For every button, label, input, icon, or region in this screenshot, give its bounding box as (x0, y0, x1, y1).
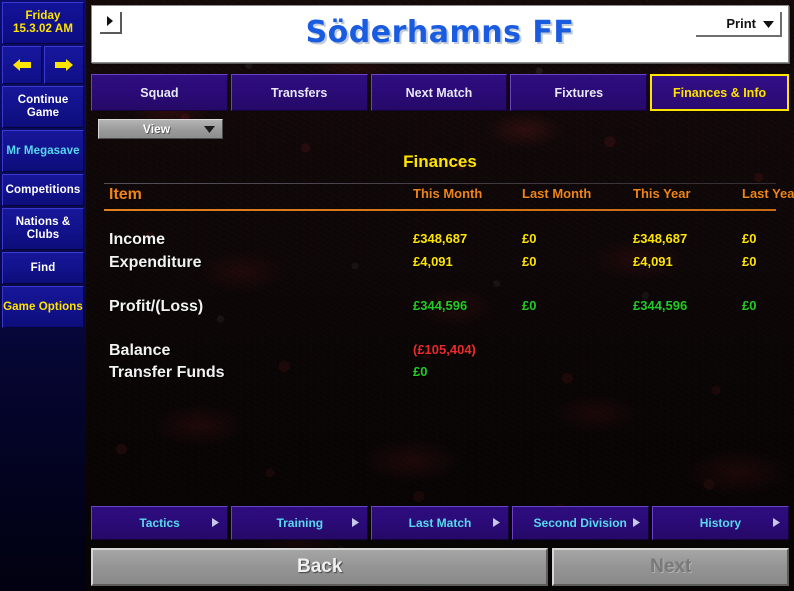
row-label-income: Income (109, 231, 166, 248)
chevron-down-icon (204, 120, 222, 138)
sidebar-item-label-2: Megasave (23, 144, 80, 157)
print-label: Print (726, 16, 756, 31)
view-dropdown[interactable]: View (98, 119, 223, 139)
sidebar-item-manager-name[interactable]: Mr Megasave (2, 130, 84, 172)
nav-forward-button[interactable] (44, 46, 84, 84)
tab-label: Next Match (405, 85, 473, 100)
cell-expenditure-last-year: £0 (742, 254, 757, 269)
main-tabs: Squad Transfers Next Match Fixtures Fina… (91, 74, 789, 111)
row-label-transfer-funds: Transfer Funds (109, 364, 225, 381)
title-bar: Söderhamns FF Print (91, 5, 789, 63)
triangle-right-icon (212, 516, 220, 530)
sidebar-item-label-2: Options (38, 300, 83, 313)
sidebar: Friday 15.3.02 AM Continue Game Mr Megas… (0, 0, 86, 591)
table-row: Profit/(Loss) £344,596 £0 £344,596 £0 (86, 298, 794, 322)
sidebar-item-label: Mr (6, 144, 21, 157)
bottom-nav-training[interactable]: Training (231, 506, 369, 540)
cell-income-last-month: £0 (522, 231, 537, 246)
sidebar-item-label: Continue (17, 94, 69, 106)
date-day: Friday (25, 10, 61, 22)
cell-profit-last-month: £0 (522, 298, 537, 313)
table-row: Balance (£105,404) (86, 342, 794, 366)
table-row: Expenditure £4,091 £0 £4,091 £0 (86, 254, 794, 278)
cell-income-last-year: £0 (742, 231, 757, 246)
bottom-nav-label: Second Division (533, 516, 627, 530)
footer-buttons: Back Next (91, 548, 789, 586)
date-display: Friday 15.3.02 AM (2, 2, 84, 44)
nav-back-button[interactable] (2, 46, 42, 84)
finances-heading: Finances (403, 152, 477, 171)
divider-top (104, 183, 776, 184)
main-panel: Söderhamns FF Print Squad Transfers Next… (86, 0, 794, 591)
tab-label: Finances & Info (673, 85, 767, 100)
sidebar-item-label: Competitions (5, 183, 81, 196)
bottom-nav-second-division[interactable]: Second Division (511, 506, 649, 540)
tab-squad[interactable]: Squad (91, 74, 228, 111)
bottom-nav: Tactics Training Last Match Second Divis… (91, 506, 790, 540)
arrow-right-icon (53, 57, 75, 73)
sidebar-item-label: Nations (15, 216, 59, 228)
chevron-down-icon (763, 15, 780, 33)
table-row: Income £348,687 £0 £348,687 £0 (86, 231, 794, 255)
bottom-nav-label: Tactics (139, 516, 180, 530)
tab-label: Fixtures (554, 85, 604, 100)
cell-expenditure-last-month: £0 (522, 254, 537, 269)
cell-profit-this-year: £344,596 (633, 298, 688, 313)
bottom-nav-label: Training (276, 516, 324, 530)
cell-income-this-year: £348,687 (633, 231, 688, 246)
cell-balance-this-month: (£105,404) (413, 342, 476, 357)
tab-next-match[interactable]: Next Match (370, 74, 508, 111)
tab-label: Transfers (271, 85, 328, 100)
bottom-nav-history[interactable]: History (651, 506, 790, 540)
row-label-expenditure: Expenditure (109, 254, 202, 271)
arrow-left-icon (11, 57, 33, 73)
sidebar-item-label: Find (30, 261, 56, 274)
cell-profit-last-year: £0 (742, 298, 757, 313)
table-header-row: Item This Month Last Month This Year Las… (86, 186, 794, 210)
back-button[interactable]: Back (91, 548, 549, 586)
cell-transfer-funds-this-month: £0 (413, 364, 428, 379)
bottom-nav-tactics[interactable]: Tactics (91, 506, 229, 540)
view-label: View (142, 122, 171, 136)
triangle-right-icon (492, 516, 500, 530)
next-label: Next (650, 556, 692, 577)
tab-label: Squad (140, 85, 179, 100)
game-window: Friday 15.3.02 AM Continue Game Mr Megas… (0, 0, 794, 591)
date-stamp: 15.3.02 AM (12, 23, 74, 35)
sidebar-item-label-2: Game (26, 107, 60, 119)
sidebar-item-find[interactable]: Find (2, 252, 84, 284)
cell-income-this-month: £348,687 (413, 231, 468, 246)
column-header-item: Item (109, 186, 142, 203)
bottom-nav-label: History (699, 516, 742, 530)
sidebar-item-label: Game (3, 300, 36, 313)
table-row: Transfer Funds £0 (86, 364, 794, 388)
tab-finances-info[interactable]: Finances & Info (650, 74, 789, 111)
triangle-right-icon (773, 516, 781, 530)
row-label-balance: Balance (109, 342, 171, 359)
bottom-nav-last-match[interactable]: Last Match (371, 506, 509, 540)
triangle-right-icon (632, 516, 640, 530)
sidebar-nav-arrows (2, 46, 84, 84)
column-header-last-month: Last Month (522, 186, 592, 201)
sidebar-item-continue-game[interactable]: Continue Game (2, 86, 84, 128)
sidebar-item-nations-clubs[interactable]: Nations & Clubs (2, 208, 84, 250)
tab-fixtures[interactable]: Fixtures (510, 74, 648, 111)
column-header-last-year: Last Year (742, 186, 794, 201)
cell-expenditure-this-month: £4,091 (413, 254, 453, 269)
row-label-profit-loss: Profit/(Loss) (109, 298, 204, 315)
sidebar-item-competitions[interactable]: Competitions (2, 174, 84, 206)
page-title: Söderhamns FF (305, 15, 575, 50)
next-button[interactable]: Next (552, 548, 789, 586)
column-header-this-month: This Month (413, 186, 483, 201)
column-header-this-year: This Year (633, 186, 691, 201)
tab-transfers[interactable]: Transfers (230, 74, 368, 111)
print-dropdown[interactable]: Print (696, 12, 782, 37)
sidebar-item-game-options[interactable]: Game Options (2, 286, 84, 328)
cell-profit-this-month: £344,596 (413, 298, 468, 313)
bottom-nav-label: Last Match (408, 516, 472, 530)
cell-expenditure-this-year: £4,091 (633, 254, 673, 269)
back-label: Back (297, 556, 343, 577)
triangle-right-icon (352, 516, 360, 530)
